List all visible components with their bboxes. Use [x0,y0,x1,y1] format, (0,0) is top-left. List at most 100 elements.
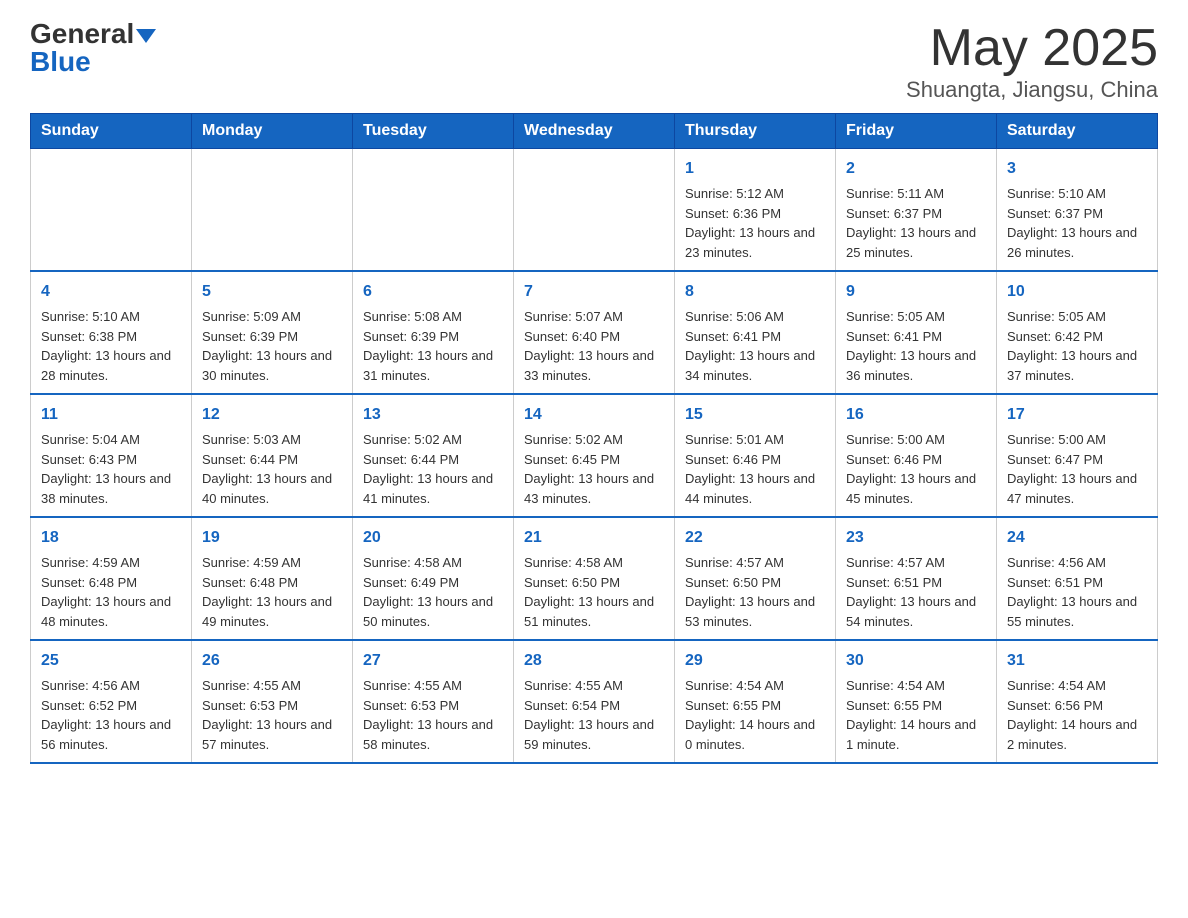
calendar-week-row: 4 Sunrise: 5:10 AM Sunset: 6:38 PM Daylig… [31,271,1158,394]
day-info: Sunrise: 4:59 AM Sunset: 6:48 PM Dayligh… [41,553,181,631]
calendar-cell: 8 Sunrise: 5:06 AM Sunset: 6:41 PM Daylig… [675,271,836,394]
day-info: Sunrise: 4:58 AM Sunset: 6:50 PM Dayligh… [524,553,664,631]
calendar-cell: 22 Sunrise: 4:57 AM Sunset: 6:50 PM Dayli… [675,517,836,640]
day-number: 1 [685,157,825,181]
day-info: Sunrise: 4:56 AM Sunset: 6:51 PM Dayligh… [1007,553,1147,631]
day-info: Sunrise: 5:05 AM Sunset: 6:42 PM Dayligh… [1007,307,1147,385]
day-info: Sunrise: 5:00 AM Sunset: 6:46 PM Dayligh… [846,430,986,508]
calendar-cell: 19 Sunrise: 4:59 AM Sunset: 6:48 PM Dayli… [192,517,353,640]
calendar-cell: 15 Sunrise: 5:01 AM Sunset: 6:46 PM Dayli… [675,394,836,517]
calendar-cell: 29 Sunrise: 4:54 AM Sunset: 6:55 PM Dayli… [675,640,836,763]
day-info: Sunrise: 5:04 AM Sunset: 6:43 PM Dayligh… [41,430,181,508]
calendar-table: SundayMondayTuesdayWednesdayThursdayFrid… [30,113,1158,764]
calendar-cell: 26Sunrise: 4:55 AM Sunset: 6:53 PM Dayli… [192,640,353,763]
day-info: Sunrise: 5:06 AM Sunset: 6:41 PM Dayligh… [685,307,825,385]
day-number: 28 [524,649,664,673]
day-number: 31 [1007,649,1147,673]
day-info: Sunrise: 4:55 AM Sunset: 6:53 PM Dayligh… [363,676,503,754]
day-info: Sunrise: 5:12 AM Sunset: 6:36 PM Dayligh… [685,184,825,262]
day-info: Sunrise: 5:02 AM Sunset: 6:45 PM Dayligh… [524,430,664,508]
calendar-header-row: SundayMondayTuesdayWednesdayThursdayFrid… [31,114,1158,149]
calendar-week-row: 1 Sunrise: 5:12 AM Sunset: 6:36 PM Daylig… [31,149,1158,272]
calendar-title: May 2025 [906,20,1158,77]
calendar-cell: 2Sunrise: 5:11 AM Sunset: 6:37 PM Daylig… [836,149,997,272]
calendar-cell: 14Sunrise: 5:02 AM Sunset: 6:45 PM Dayli… [514,394,675,517]
calendar-cell: 3 Sunrise: 5:10 AM Sunset: 6:37 PM Daylig… [997,149,1158,272]
day-info: Sunrise: 4:57 AM Sunset: 6:51 PM Dayligh… [846,553,986,631]
calendar-cell: 30 Sunrise: 4:54 AM Sunset: 6:55 PM Dayli… [836,640,997,763]
calendar-cell: 4 Sunrise: 5:10 AM Sunset: 6:38 PM Daylig… [31,271,192,394]
calendar-cell: 13 Sunrise: 5:02 AM Sunset: 6:44 PM Dayli… [353,394,514,517]
day-info: Sunrise: 4:54 AM Sunset: 6:55 PM Dayligh… [846,676,986,754]
day-number: 25 [41,649,181,673]
day-number: 13 [363,403,503,427]
calendar-cell: 24 Sunrise: 4:56 AM Sunset: 6:51 PM Dayli… [997,517,1158,640]
day-info: Sunrise: 5:03 AM Sunset: 6:44 PM Dayligh… [202,430,342,508]
logo-triangle-icon [136,29,156,43]
day-info: Sunrise: 4:59 AM Sunset: 6:48 PM Dayligh… [202,553,342,631]
day-number: 12 [202,403,342,427]
day-header-tuesday: Tuesday [353,114,514,149]
day-number: 20 [363,526,503,550]
calendar-cell: 17 Sunrise: 5:00 AM Sunset: 6:47 PM Dayli… [997,394,1158,517]
day-number: 7 [524,280,664,304]
day-number: 3 [1007,157,1147,181]
day-info: Sunrise: 4:57 AM Sunset: 6:50 PM Dayligh… [685,553,825,631]
day-number: 24 [1007,526,1147,550]
calendar-cell: 31 Sunrise: 4:54 AM Sunset: 6:56 PM Dayli… [997,640,1158,763]
calendar-week-row: 11Sunrise: 5:04 AM Sunset: 6:43 PM Dayli… [31,394,1158,517]
calendar-cell: 16 Sunrise: 5:00 AM Sunset: 6:46 PM Dayli… [836,394,997,517]
calendar-cell: 1 Sunrise: 5:12 AM Sunset: 6:36 PM Daylig… [675,149,836,272]
calendar-cell: 5 Sunrise: 5:09 AM Sunset: 6:39 PM Daylig… [192,271,353,394]
calendar-cell: 12 Sunrise: 5:03 AM Sunset: 6:44 PM Dayli… [192,394,353,517]
day-header-monday: Monday [192,114,353,149]
calendar-week-row: 18 Sunrise: 4:59 AM Sunset: 6:48 PM Dayli… [31,517,1158,640]
day-header-sunday: Sunday [31,114,192,149]
day-number: 21 [524,526,664,550]
calendar-cell: 28 Sunrise: 4:55 AM Sunset: 6:54 PM Dayli… [514,640,675,763]
calendar-cell: 6 Sunrise: 5:08 AM Sunset: 6:39 PM Daylig… [353,271,514,394]
calendar-week-row: 25 Sunrise: 4:56 AM Sunset: 6:52 PM Dayli… [31,640,1158,763]
day-info: Sunrise: 5:00 AM Sunset: 6:47 PM Dayligh… [1007,430,1147,508]
calendar-cell: 23 Sunrise: 4:57 AM Sunset: 6:51 PM Dayli… [836,517,997,640]
day-info: Sunrise: 4:55 AM Sunset: 6:54 PM Dayligh… [524,676,664,754]
day-number: 22 [685,526,825,550]
day-number: 5 [202,280,342,304]
title-block: May 2025 Shuangta, Jiangsu, China [906,20,1158,103]
calendar-cell [31,149,192,272]
day-info: Sunrise: 5:07 AM Sunset: 6:40 PM Dayligh… [524,307,664,385]
logo-text: GeneralBlue [30,20,156,76]
calendar-cell: 21 Sunrise: 4:58 AM Sunset: 6:50 PM Dayli… [514,517,675,640]
day-info: Sunrise: 5:10 AM Sunset: 6:37 PM Dayligh… [1007,184,1147,262]
calendar-cell [353,149,514,272]
calendar-cell: 18 Sunrise: 4:59 AM Sunset: 6:48 PM Dayli… [31,517,192,640]
calendar-cell: 25 Sunrise: 4:56 AM Sunset: 6:52 PM Dayli… [31,640,192,763]
calendar-subtitle: Shuangta, Jiangsu, China [906,77,1158,103]
day-info: Sunrise: 5:08 AM Sunset: 6:39 PM Dayligh… [363,307,503,385]
day-number: 8 [685,280,825,304]
day-number: 23 [846,526,986,550]
day-info: Sunrise: 4:54 AM Sunset: 6:55 PM Dayligh… [685,676,825,754]
day-number: 30 [846,649,986,673]
day-info: Sunrise: 4:55 AM Sunset: 6:53 PM Dayligh… [202,676,342,754]
calendar-cell [514,149,675,272]
day-number: 19 [202,526,342,550]
calendar-cell: 7 Sunrise: 5:07 AM Sunset: 6:40 PM Daylig… [514,271,675,394]
day-info: Sunrise: 5:02 AM Sunset: 6:44 PM Dayligh… [363,430,503,508]
day-number: 6 [363,280,503,304]
day-number: 17 [1007,403,1147,427]
logo: GeneralBlue [30,20,156,76]
logo-blue-text: Blue [30,46,91,77]
day-info: Sunrise: 5:05 AM Sunset: 6:41 PM Dayligh… [846,307,986,385]
day-number: 27 [363,649,503,673]
day-info: Sunrise: 5:01 AM Sunset: 6:46 PM Dayligh… [685,430,825,508]
day-number: 29 [685,649,825,673]
day-info: Sunrise: 5:10 AM Sunset: 6:38 PM Dayligh… [41,307,181,385]
day-number: 15 [685,403,825,427]
day-number: 4 [41,280,181,304]
day-info: Sunrise: 4:54 AM Sunset: 6:56 PM Dayligh… [1007,676,1147,754]
day-number: 18 [41,526,181,550]
day-info: Sunrise: 4:56 AM Sunset: 6:52 PM Dayligh… [41,676,181,754]
day-number: 16 [846,403,986,427]
day-info: Sunrise: 5:09 AM Sunset: 6:39 PM Dayligh… [202,307,342,385]
